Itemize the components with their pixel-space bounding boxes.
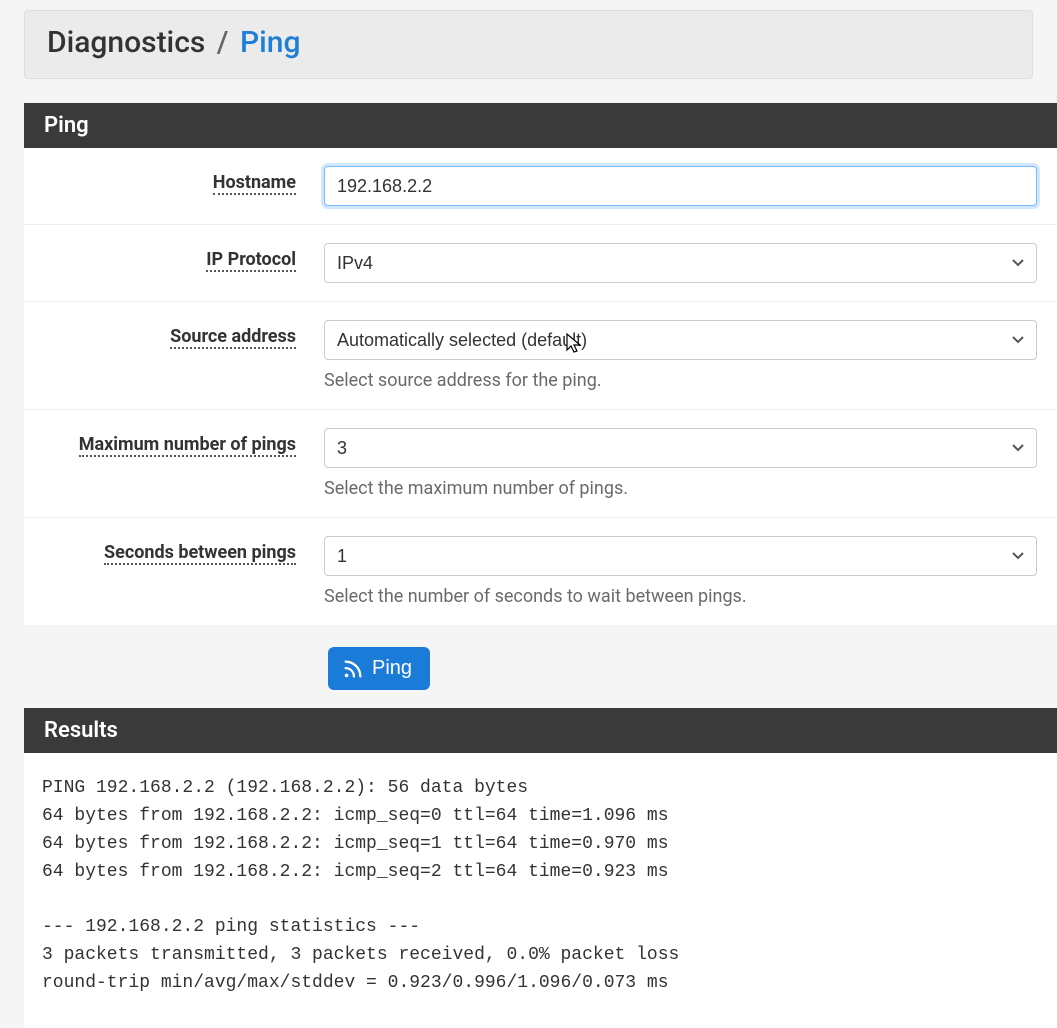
seconds-between-select[interactable]: 1 xyxy=(324,536,1037,576)
ping-panel: Ping Hostname IP Protocol IPv4 Source ad… xyxy=(24,103,1057,625)
row-hostname: Hostname xyxy=(24,148,1057,225)
breadcrumb-separator: / xyxy=(217,25,229,60)
row-source-address: Source address Automatically selected (d… xyxy=(24,302,1057,410)
rss-icon xyxy=(342,658,364,680)
results-output: PING 192.168.2.2 (192.168.2.2): 56 data … xyxy=(24,753,1057,1028)
label-ip-protocol: IP Protocol xyxy=(24,243,324,283)
max-pings-select[interactable]: 3 xyxy=(324,428,1037,468)
row-max-pings: Maximum number of pings 3 Select the max… xyxy=(24,410,1057,518)
actions: Ping xyxy=(328,647,1057,690)
source-address-select[interactable]: Automatically selected (default) xyxy=(324,320,1037,360)
label-max-pings: Maximum number of pings xyxy=(24,428,324,499)
breadcrumb-parent[interactable]: Diagnostics xyxy=(47,25,205,60)
results-title: Results xyxy=(24,708,1057,753)
ping-button-label: Ping xyxy=(372,657,412,680)
hostname-input[interactable] xyxy=(324,166,1037,206)
row-seconds-between: Seconds between pings 1 Select the numbe… xyxy=(24,518,1057,625)
breadcrumb: Diagnostics / Ping xyxy=(24,10,1033,79)
row-ip-protocol: IP Protocol IPv4 xyxy=(24,225,1057,302)
help-source-address: Select source address for the ping. xyxy=(324,370,1037,391)
label-seconds-between: Seconds between pings xyxy=(24,536,324,607)
panel-title: Ping xyxy=(24,103,1057,148)
label-hostname: Hostname xyxy=(24,166,324,206)
label-source-address: Source address xyxy=(24,320,324,391)
ip-protocol-select[interactable]: IPv4 xyxy=(324,243,1037,283)
breadcrumb-current[interactable]: Ping xyxy=(240,25,301,60)
ping-button[interactable]: Ping xyxy=(328,647,430,690)
help-seconds-between: Select the number of seconds to wait bet… xyxy=(324,586,1037,607)
results-panel: Results PING 192.168.2.2 (192.168.2.2): … xyxy=(24,708,1057,1028)
help-max-pings: Select the maximum number of pings. xyxy=(324,478,1037,499)
